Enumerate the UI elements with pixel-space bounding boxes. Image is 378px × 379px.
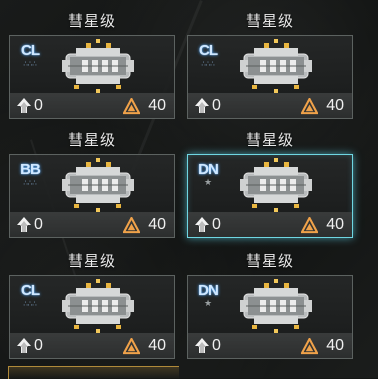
ship-card-selected[interactable]: 彗星级 DN ★ 0 40 xyxy=(187,121,353,238)
fleet-up-arrow-icon xyxy=(195,217,209,232)
ship-card-footer: 0 40 xyxy=(188,212,352,237)
class-code: CL xyxy=(21,282,40,299)
command-cost-icon xyxy=(301,337,319,354)
star-icon: ★ xyxy=(203,299,213,309)
class-code: CL xyxy=(21,42,40,59)
ship-card-frame: CL ∴∴∴ 0 40 xyxy=(9,275,175,359)
fleet-count-value: 0 xyxy=(34,97,43,114)
ship-card-footer: 0 40 xyxy=(188,333,352,358)
command-cost-value: 40 xyxy=(326,337,344,354)
command-cost-value: 40 xyxy=(148,216,166,233)
spaceship-icon xyxy=(56,155,140,215)
ship-card-footer: 0 40 xyxy=(10,333,174,358)
command-cost: 40 xyxy=(301,215,344,235)
command-cost-icon xyxy=(123,216,141,233)
class-badge: DN ★ xyxy=(195,161,221,195)
command-cost-value: 40 xyxy=(326,216,344,233)
fleet-count-value: 0 xyxy=(212,216,221,233)
ship-card-frame: CL ∴∴∴ 0 40 xyxy=(187,35,353,119)
fleet-count: 0 xyxy=(193,215,221,235)
ship-name: 彗星级 xyxy=(245,252,294,270)
fleet-count: 0 xyxy=(193,96,221,116)
ship-card-footer: 0 40 xyxy=(188,93,352,118)
triangle-dots-icon: ∴∴∴ xyxy=(23,300,37,308)
class-badge: CL ∴∴∴ xyxy=(195,42,221,76)
triangle-dots-icon: ∴∴∴ xyxy=(23,60,37,68)
class-code: DN xyxy=(198,161,219,178)
ship-selection-grid: 彗星级 CL ∴∴∴ 0 40 彗星级 CL ∴∴∴ 0 40 彗星级 BB ∴… xyxy=(0,0,378,378)
fleet-count: 0 xyxy=(15,336,43,356)
fleet-count: 0 xyxy=(193,336,221,356)
ship-card[interactable]: 彗星级 DN ★ 0 40 xyxy=(187,242,353,359)
class-badge: CL ∴∴∴ xyxy=(17,42,43,76)
fleet-count: 0 xyxy=(15,96,43,116)
fleet-count-value: 0 xyxy=(34,337,43,354)
fleet-count-value: 0 xyxy=(212,337,221,354)
ship-name: 彗星级 xyxy=(245,12,294,30)
ship-card[interactable]: 彗星级 CL ∴∴∴ 0 40 xyxy=(9,242,175,359)
class-code: CL xyxy=(199,42,218,59)
ship-card-frame: CL ∴∴∴ 0 40 xyxy=(9,35,175,119)
command-cost-icon xyxy=(123,97,141,114)
star-icon: ★ xyxy=(203,178,213,188)
command-cost-value: 40 xyxy=(148,97,166,114)
ship-card-frame: BB ∴∴∴ 0 40 xyxy=(9,154,175,238)
command-cost-icon xyxy=(123,337,141,354)
command-cost: 40 xyxy=(301,336,344,356)
fleet-count-value: 0 xyxy=(212,97,221,114)
ship-card-frame: DN ★ 0 40 xyxy=(187,275,353,359)
spaceship-icon xyxy=(56,36,140,96)
class-badge: CL ∴∴∴ xyxy=(17,282,43,316)
command-cost-value: 40 xyxy=(326,97,344,114)
spaceship-icon xyxy=(56,276,140,336)
command-cost-value: 40 xyxy=(148,337,166,354)
triangle-dots-icon: ∴∴∴ xyxy=(23,179,37,187)
ship-name: 彗星级 xyxy=(67,252,116,270)
command-cost: 40 xyxy=(301,96,344,116)
class-badge: BB ∴∴∴ xyxy=(17,161,43,195)
command-cost-icon xyxy=(301,97,319,114)
command-cost: 40 xyxy=(123,336,166,356)
triangle-dots-icon: ∴∴∴ xyxy=(201,60,215,68)
fleet-up-arrow-icon xyxy=(195,338,209,353)
ship-card-footer: 0 40 xyxy=(10,93,174,118)
ship-name: 彗星级 xyxy=(245,131,294,149)
next-row-card-edge xyxy=(8,366,179,379)
spaceship-icon xyxy=(234,155,318,215)
fleet-up-arrow-icon xyxy=(17,217,31,232)
command-cost-icon xyxy=(301,216,319,233)
class-badge: DN ★ xyxy=(195,282,221,316)
ship-card[interactable]: 彗星级 BB ∴∴∴ 0 40 xyxy=(9,121,175,238)
fleet-up-arrow-icon xyxy=(195,98,209,113)
spaceship-icon xyxy=(234,36,318,96)
fleet-count: 0 xyxy=(15,215,43,235)
class-code: BB xyxy=(20,161,41,178)
command-cost: 40 xyxy=(123,215,166,235)
fleet-count-value: 0 xyxy=(34,216,43,233)
ship-card-frame: DN ★ 0 40 xyxy=(187,154,353,238)
spaceship-icon xyxy=(234,276,318,336)
fleet-up-arrow-icon xyxy=(17,338,31,353)
ship-name: 彗星级 xyxy=(67,12,116,30)
ship-card[interactable]: 彗星级 CL ∴∴∴ 0 40 xyxy=(9,2,175,119)
ship-name: 彗星级 xyxy=(67,131,116,149)
fleet-up-arrow-icon xyxy=(17,98,31,113)
ship-card[interactable]: 彗星级 CL ∴∴∴ 0 40 xyxy=(187,2,353,119)
command-cost: 40 xyxy=(123,96,166,116)
class-code: DN xyxy=(198,282,219,299)
ship-card-footer: 0 40 xyxy=(10,212,174,237)
